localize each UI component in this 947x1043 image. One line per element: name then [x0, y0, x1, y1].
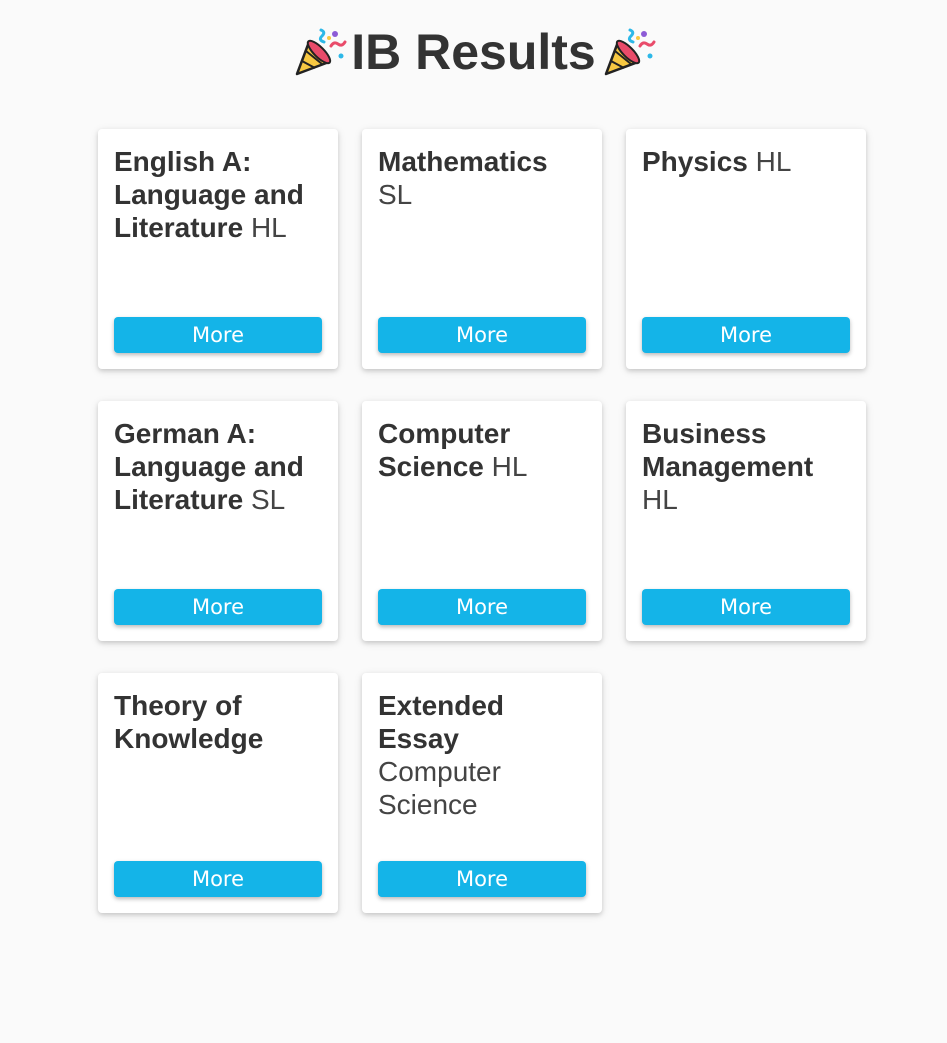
subject-level: Computer Science	[378, 756, 501, 820]
card-heading: Physics HL	[642, 145, 850, 178]
card-heading: German A: Language and Literature SL	[114, 417, 322, 516]
subject-card: Theory of Knowledge More	[98, 673, 338, 913]
subject-level: SL	[250, 484, 286, 515]
subject-name: Business Management	[642, 418, 814, 482]
card-heading: Extended Essay Computer Science	[378, 689, 586, 821]
more-button[interactable]: More	[642, 589, 850, 625]
card-heading: Business Management HL	[642, 417, 850, 516]
subject-name: Mathematics	[378, 146, 548, 177]
more-button[interactable]: More	[378, 589, 586, 625]
subject-name: Computer Science	[378, 418, 511, 482]
more-button[interactable]: More	[378, 861, 586, 897]
subject-level: SL	[378, 179, 413, 210]
subject-name: Physics	[642, 146, 748, 177]
subject-card: Computer Science HL More	[362, 401, 602, 641]
more-button[interactable]: More	[642, 317, 850, 353]
subject-level: HL	[755, 146, 792, 177]
subject-name: Extended Essay	[378, 690, 505, 754]
subject-name: Theory of Knowledge	[114, 690, 264, 754]
subject-card: English A: Language and Literature HL Mo…	[98, 129, 338, 369]
party-popper-icon	[604, 28, 656, 76]
page-title: IB Results	[351, 24, 596, 80]
card-heading: English A: Language and Literature HL	[114, 145, 322, 244]
subject-level: HL	[642, 484, 678, 515]
page-header: IB Results	[0, 22, 947, 82]
party-popper-icon	[295, 28, 347, 76]
subject-card: German A: Language and Literature SL Mor…	[98, 401, 338, 641]
more-button[interactable]: More	[114, 317, 322, 353]
subject-card: Physics HL More	[626, 129, 866, 369]
card-heading: Mathematics SL	[378, 145, 586, 211]
subject-card: Extended Essay Computer Science More	[362, 673, 602, 913]
subject-level: HL	[491, 451, 528, 482]
card-heading: Theory of Knowledge	[114, 689, 322, 755]
more-button[interactable]: More	[114, 861, 322, 897]
more-button[interactable]: More	[114, 589, 322, 625]
card-heading: Computer Science HL	[378, 417, 586, 483]
subject-card: Business Management HL More	[626, 401, 866, 641]
subject-card: Mathematics SL More	[362, 129, 602, 369]
subject-level: HL	[250, 212, 287, 243]
more-button[interactable]: More	[378, 317, 586, 353]
subject-card-grid: English A: Language and Literature HL Mo…	[98, 129, 866, 913]
